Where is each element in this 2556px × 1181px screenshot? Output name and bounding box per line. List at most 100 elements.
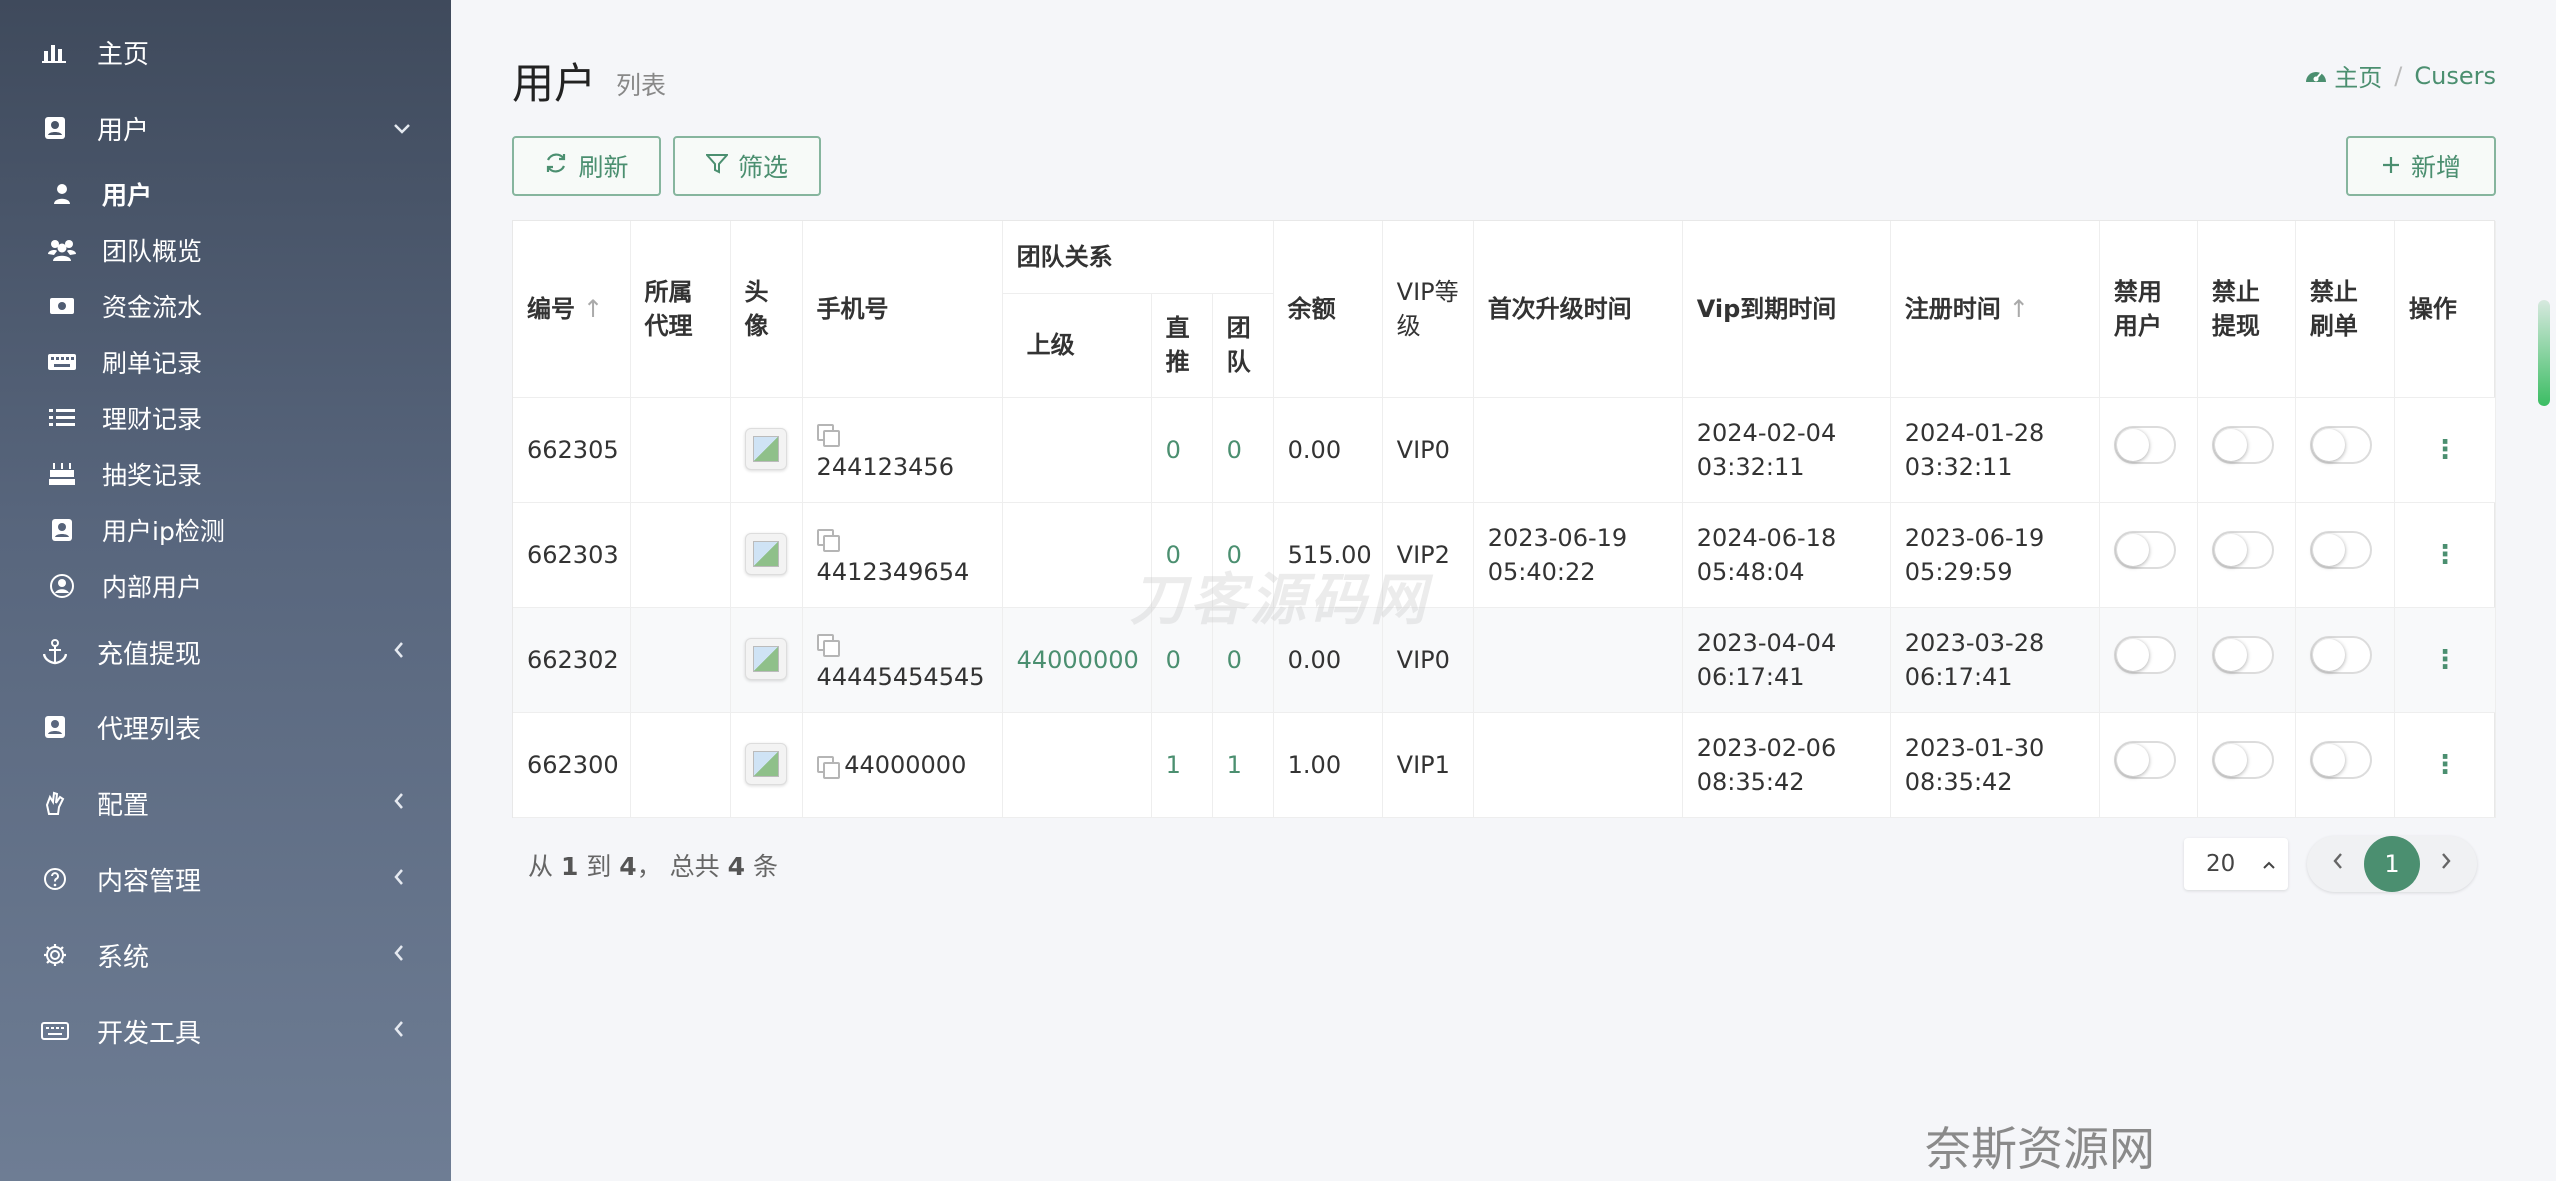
more-vertical-icon[interactable]: ⋮: [2432, 645, 2458, 675]
cell-actions: ⋮: [2394, 397, 2497, 503]
ban-order-toggle[interactable]: [2309, 636, 2372, 674]
add-button[interactable]: 新增: [2346, 136, 2496, 196]
sidebar-subitem-label: 内部用户: [102, 573, 203, 602]
watermark-center: 刀客源码网: [1130, 568, 1430, 633]
sidebar-subitem-ip-check[interactable]: 用户ip检测: [0, 504, 451, 556]
cell-avatar: [730, 397, 803, 503]
chevron-left-icon: [393, 867, 405, 892]
cell-team[interactable]: 0: [1212, 397, 1274, 503]
sidebar-item-agents[interactable]: 代理列表: [0, 697, 451, 757]
cell-direct[interactable]: 0: [1151, 397, 1213, 503]
col-header-ban-user: 禁用用户: [2099, 221, 2198, 398]
plus-icon: [2381, 152, 2401, 181]
sort-arrow-icon[interactable]: ↑: [583, 295, 603, 323]
prev-page-button[interactable]: [2331, 848, 2345, 878]
col-header-direct: 直推: [1151, 293, 1213, 398]
scrollbar[interactable]: [2538, 300, 2550, 406]
sidebar-subitem-fund-flow[interactable]: 资金流水: [0, 280, 451, 332]
sidebar-item-label: 用户: [97, 115, 150, 146]
sidebar-item-content[interactable]: 内容管理: [0, 849, 451, 909]
cell-ban-user: [2099, 397, 2198, 503]
breadcrumb-current[interactable]: Cusers: [2414, 62, 2496, 90]
sidebar-subitem-order-records[interactable]: 刷单记录: [0, 336, 451, 388]
user-circle-icon: [45, 571, 79, 601]
page-size-select[interactable]: 20: [2184, 838, 2288, 890]
pagination: 1: [2307, 836, 2477, 892]
cell-id: 662300: [513, 712, 631, 818]
avatar[interactable]: [744, 743, 787, 785]
cell-id: 662305: [513, 397, 631, 503]
avatar[interactable]: [744, 428, 787, 470]
cell-balance: 0.00: [1273, 397, 1383, 503]
cell-parent[interactable]: [1002, 712, 1152, 818]
avatar[interactable]: [744, 533, 787, 575]
sidebar-item-users[interactable]: 用户: [0, 98, 451, 158]
ban-user-toggle[interactable]: [2113, 426, 2176, 464]
sort-arrow-icon[interactable]: ↑: [2009, 295, 2029, 323]
sidebar-subitem-label: 刷单记录: [102, 349, 203, 378]
cell-parent[interactable]: 44000000: [1002, 607, 1152, 713]
more-vertical-icon[interactable]: ⋮: [2432, 540, 2458, 570]
date: 2023-04-04: [1696, 628, 1837, 657]
sidebar-item-devtools[interactable]: 开发工具: [0, 1001, 451, 1061]
page-size-value: 20: [2206, 851, 2236, 877]
sidebar-item-system[interactable]: 系统: [0, 925, 451, 985]
cell-vip-expire: 2023-02-06 08:35:42: [1682, 712, 1891, 818]
cell-ban-order: [2295, 502, 2395, 608]
col-header-vip-expire: Vip到期时间: [1682, 221, 1891, 398]
breadcrumb-home[interactable]: 主页: [2304, 58, 2382, 93]
time: 03:32:11: [1696, 452, 1805, 481]
cell-register: 2023-01-30 08:35:42: [1890, 712, 2100, 818]
col-header-register-label: 注册时间: [1904, 294, 2001, 323]
time: 05:29:59: [1904, 557, 2013, 586]
ban-order-toggle[interactable]: [2309, 531, 2372, 569]
sidebar-item-recharge[interactable]: 充值提现: [0, 622, 451, 682]
ban-withdraw-toggle[interactable]: [2211, 426, 2274, 464]
ban-user-toggle[interactable]: [2113, 531, 2176, 569]
cell-ban-withdraw: [2197, 502, 2296, 608]
col-header-team-group: 团队关系: [1002, 221, 1274, 294]
sidebar-subitem-users[interactable]: 用户: [0, 168, 451, 220]
cell-parent[interactable]: [1002, 502, 1152, 608]
col-header-ban-withdraw: 禁止提现: [2197, 221, 2296, 398]
cell-phone: 44445454545: [802, 607, 1003, 713]
refresh-button[interactable]: 刷新: [512, 136, 661, 196]
copy-icon[interactable]: [816, 755, 840, 779]
filter-button[interactable]: 筛选: [673, 136, 821, 196]
cell-direct[interactable]: 1: [1151, 712, 1213, 818]
ban-order-toggle[interactable]: [2309, 426, 2372, 464]
copy-icon[interactable]: [816, 528, 840, 552]
avatar[interactable]: [744, 638, 787, 680]
summary-to-label: 到: [586, 852, 612, 881]
copy-icon[interactable]: [816, 423, 840, 447]
broken-image-icon: [752, 646, 779, 672]
more-vertical-icon[interactable]: ⋮: [2432, 435, 2458, 465]
add-button-label: 新增: [2410, 153, 2461, 182]
sidebar-subitem-lottery-records[interactable]: 抽奖记录: [0, 448, 451, 500]
current-page-button[interactable]: 1: [2364, 836, 2420, 892]
copy-icon[interactable]: [816, 633, 840, 657]
sidebar-subitem-team-overview[interactable]: 团队概览: [0, 224, 451, 276]
date: 2024-02-04: [1696, 418, 1837, 447]
cell-parent[interactable]: [1002, 397, 1152, 503]
cell-first-upgrade: [1473, 397, 1683, 503]
cell-team[interactable]: 1: [1212, 712, 1274, 818]
next-page-button[interactable]: [2439, 848, 2453, 878]
ban-withdraw-toggle[interactable]: [2211, 741, 2274, 779]
ban-order-toggle[interactable]: [2309, 741, 2372, 779]
ban-withdraw-toggle[interactable]: [2211, 636, 2274, 674]
cell-agent: [630, 397, 731, 503]
col-header-actions: 操作: [2394, 221, 2497, 398]
sidebar-subitem-internal-users[interactable]: 内部用户: [0, 560, 451, 612]
sidebar-item-home[interactable]: 主页: [0, 22, 451, 82]
col-header-register[interactable]: 注册时间 ↑: [1890, 221, 2100, 398]
sidebar-subitem-label: 团队概览: [102, 237, 203, 266]
ban-user-toggle[interactable]: [2113, 636, 2176, 674]
more-vertical-icon[interactable]: ⋮: [2432, 750, 2458, 780]
col-header-id[interactable]: 编号 ↑: [513, 221, 631, 398]
ban-user-toggle[interactable]: [2113, 741, 2176, 779]
ban-withdraw-toggle[interactable]: [2211, 531, 2274, 569]
sidebar-subitem-finance-records[interactable]: 理财记录: [0, 392, 451, 444]
sidebar-item-config[interactable]: 配置: [0, 773, 451, 833]
time: 08:35:42: [1696, 767, 1805, 796]
